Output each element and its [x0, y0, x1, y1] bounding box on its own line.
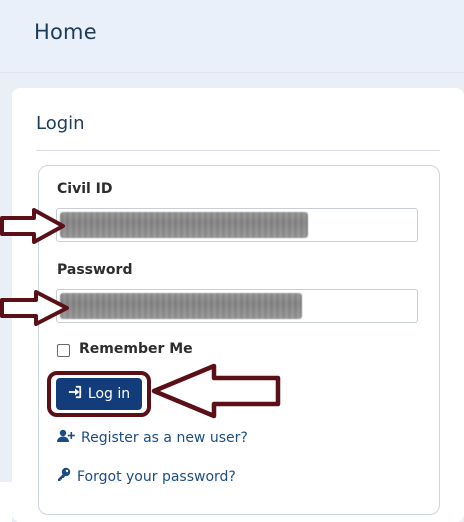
annotation-arrow-right-icon	[0, 208, 65, 244]
remember-me-label[interactable]: Remember Me	[79, 341, 193, 357]
redaction-scribble	[60, 212, 308, 238]
key-icon	[57, 467, 71, 486]
forgot-password-link[interactable]: Forgot your password?	[57, 467, 236, 486]
password-label: Password	[57, 262, 133, 278]
remember-me-checkbox[interactable]	[57, 344, 70, 357]
top-header-bar: Home	[0, 0, 464, 73]
register-link[interactable]: Register as a new user?	[57, 429, 248, 447]
page-title: Home	[34, 20, 97, 44]
login-heading: Login	[36, 113, 85, 134]
annotation-arrow-right-icon	[0, 290, 69, 326]
redaction-scribble	[60, 293, 302, 319]
forgot-password-label: Forgot your password?	[77, 468, 236, 485]
login-button-label: Log in	[87, 386, 131, 402]
sign-in-icon	[68, 385, 82, 403]
divider	[36, 150, 440, 151]
annotation-arrow-left-icon	[151, 363, 281, 419]
user-plus-icon	[57, 429, 75, 447]
register-link-label: Register as a new user?	[81, 430, 248, 446]
page-edge	[0, 482, 12, 522]
civil-id-label: Civil ID	[57, 181, 113, 197]
login-button[interactable]: Log in	[56, 378, 142, 410]
